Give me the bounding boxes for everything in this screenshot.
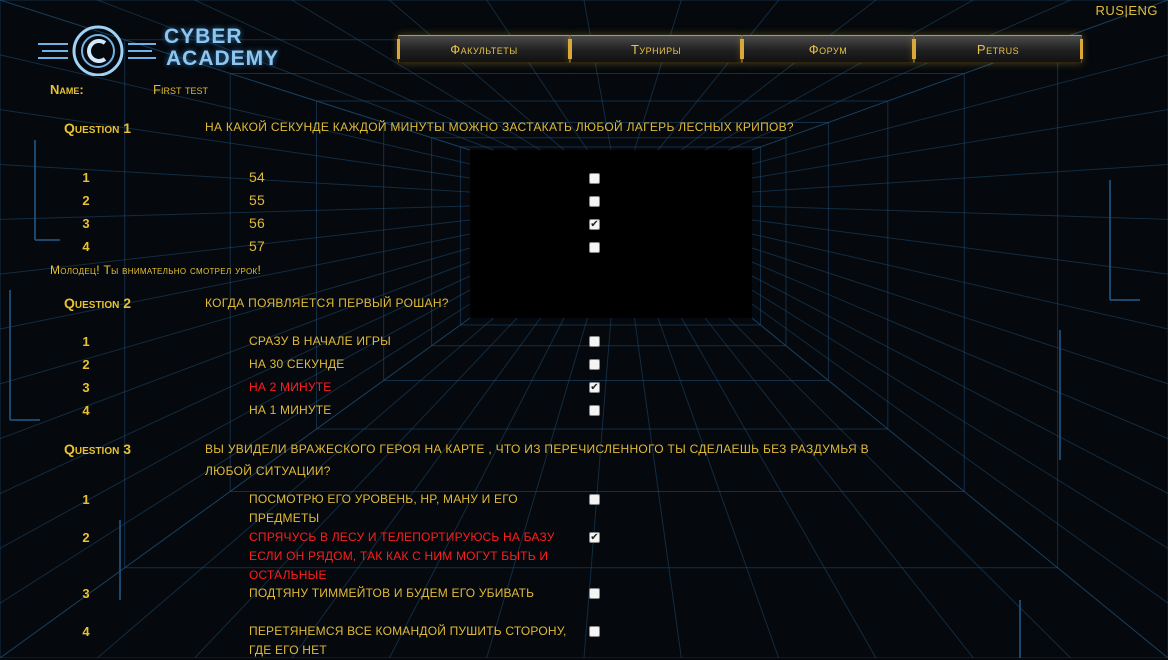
q2-option-number: 1 <box>82 334 90 349</box>
q1-option-text: 55 <box>249 192 265 208</box>
question-2-label: Question 2 <box>64 295 132 311</box>
q3-option-text: посмотрю его уровень, HP, ману и его пре… <box>249 492 518 525</box>
nav-tournaments-button[interactable]: Турниры <box>569 35 743 63</box>
q3-option-number: 2 <box>82 530 90 545</box>
q1-feedback-message: Молодец! Ты внимательно смотрел урок! <box>50 263 262 277</box>
q2-option-text: на 30 секунде <box>249 357 345 371</box>
logo-line-2: ACADEMY <box>166 47 280 70</box>
lang-eng-link[interactable]: ENG <box>1128 3 1158 18</box>
q1-option-number: 3 <box>82 216 90 231</box>
q1-option-4-checkbox[interactable] <box>589 242 600 253</box>
main-nav: Факультеты Турниры Форум Petrus <box>397 35 1083 63</box>
q2-option-1-checkbox[interactable] <box>589 336 600 347</box>
q1-option-number: 2 <box>82 193 90 208</box>
q2-option-text-incorrect: на 2 минуте <box>249 380 332 394</box>
q3-option-number: 3 <box>82 586 90 601</box>
test-name-value: First test <box>153 82 209 97</box>
logo-text: CYBER ACADEMY <box>164 26 279 70</box>
logo-line-1: CYBER <box>164 25 243 48</box>
q2-option-3-checkbox[interactable]: ✔ <box>589 382 600 393</box>
nav-faculties-button[interactable]: Факультеты <box>397 35 571 63</box>
q1-option-2-checkbox[interactable] <box>589 196 600 207</box>
nav-forum-button[interactable]: Форум <box>741 35 915 63</box>
question-1-text: на какой секунде каждой минуты можно зас… <box>205 120 794 134</box>
question-3-text: Вы увидели вражеского героя на карте , ч… <box>205 442 869 478</box>
lang-rus-link[interactable]: RUS <box>1095 3 1124 18</box>
question-1-label: Question 1 <box>64 120 132 136</box>
q3-option-1-checkbox[interactable] <box>589 494 600 505</box>
q2-option-text: на 1 минуте <box>249 403 332 417</box>
q2-option-4-checkbox[interactable] <box>589 405 600 416</box>
q3-option-number: 4 <box>82 624 90 639</box>
question-2-text: Когда появляется первый Рошан? <box>205 296 449 310</box>
test-name-label: Name: <box>50 82 84 97</box>
q3-option-3-checkbox[interactable] <box>589 588 600 599</box>
q1-option-text: 56 <box>249 215 265 231</box>
q3-option-2-checkbox[interactable]: ✔ <box>589 532 600 543</box>
q1-option-text: 54 <box>249 169 265 185</box>
nav-user-button[interactable]: Petrus <box>913 35 1083 63</box>
q1-option-3-checkbox[interactable]: ✔ <box>589 219 600 230</box>
q2-option-number: 4 <box>82 403 90 418</box>
q2-option-number: 3 <box>82 380 90 395</box>
q3-option-4-checkbox[interactable] <box>589 626 600 637</box>
q3-option-text-incorrect: спрячусь в лесу и телепортируюсь на базу… <box>249 530 555 582</box>
language-switcher: RUS|ENG <box>1095 3 1158 18</box>
q2-option-text: сразу в начале игры <box>249 334 391 348</box>
q2-option-number: 2 <box>82 357 90 372</box>
q3-option-number: 1 <box>82 492 90 507</box>
q1-option-text: 57 <box>249 238 265 254</box>
q2-option-2-checkbox[interactable] <box>589 359 600 370</box>
question-3-label: Question 3 <box>64 441 132 457</box>
q3-option-text: подтяну тиммейтов и будем его убивать <box>249 586 535 600</box>
cyber-academy-logo[interactable]: CYBER ACADEMY <box>38 24 298 77</box>
q3-option-text: перетянемся все командой пушить сторону,… <box>249 624 567 657</box>
q1-option-number: 4 <box>82 239 90 254</box>
q1-option-number: 1 <box>82 170 90 185</box>
q1-option-1-checkbox[interactable] <box>589 173 600 184</box>
circuit-c-icon <box>38 25 156 77</box>
